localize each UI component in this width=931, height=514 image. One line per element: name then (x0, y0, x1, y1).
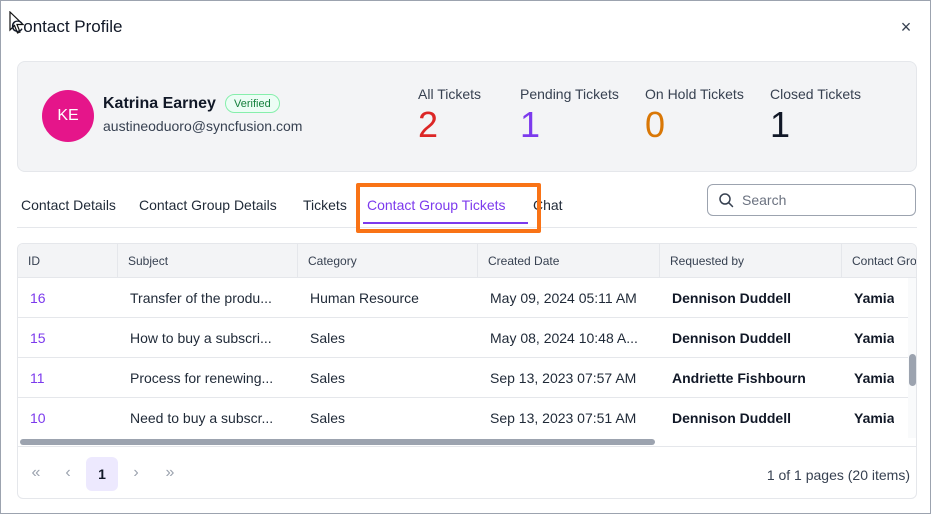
first-page-icon[interactable]: « (22, 459, 50, 487)
active-tab-indicator (363, 222, 528, 224)
horizontal-scrollbar[interactable] (18, 438, 908, 446)
contact-email: austineoduoro@syncfusion.com (103, 118, 303, 134)
tabs-divider (17, 227, 917, 228)
dialog-title: Contact Profile (11, 17, 123, 36)
close-icon[interactable]: × (894, 15, 918, 39)
ticket-subject: Process for renewing... (130, 370, 274, 386)
column-header-id[interactable]: ID (18, 244, 118, 278)
ticket-subject: How to buy a subscri... (130, 330, 272, 346)
grid-header: ID Subject Category Created Date Request… (18, 244, 916, 278)
stat-label: Closed Tickets (770, 86, 862, 102)
ticket-requested-by: Dennison Duddell (672, 410, 791, 426)
ticket-id-link[interactable]: 15 (30, 318, 46, 358)
ticket-id-link[interactable]: 11 (30, 358, 45, 398)
stat-all-tickets: All Tickets 2 (418, 86, 481, 146)
previous-page-icon[interactable]: ‹ (54, 459, 82, 487)
search-box[interactable] (707, 184, 916, 216)
contact-summary-card: KE Katrina Earney Verified austineoduoro… (17, 61, 917, 172)
contact-profile-dialog: Contact Profile × KE Katrina Earney Veri… (0, 0, 931, 514)
ticket-contact-group: Yamia (854, 370, 895, 386)
stat-label: Pending Tickets (520, 86, 619, 102)
ticket-category: Sales (310, 370, 346, 386)
ticket-id-link[interactable]: 16 (30, 278, 46, 318)
tab-contact-group-details[interactable]: Contact Group Details (139, 197, 277, 213)
ticket-created-date: May 08, 2024 10:48 A... (490, 330, 638, 346)
ticket-requested-by: Dennison Duddell (672, 290, 791, 306)
stat-value: 2 (418, 104, 439, 145)
ticket-subject: Transfer of the produ... (130, 290, 272, 306)
ticket-category: Sales (310, 330, 346, 346)
ticket-category: Human Resource (310, 290, 419, 306)
ticket-id-link[interactable]: 10 (30, 398, 46, 438)
stat-pending-tickets: Pending Tickets 1 (520, 86, 619, 146)
stat-value: 1 (770, 104, 791, 145)
ticket-requested-by: Andriette Fishbourn (672, 370, 806, 386)
table-row[interactable]: 11 Process for renewing... Sales Sep 13,… (18, 358, 908, 398)
next-page-icon[interactable]: › (122, 459, 150, 487)
stat-label: All Tickets (418, 86, 482, 102)
ticket-subject: Need to buy a subscr... (130, 410, 274, 426)
ticket-contact-group: Yamia (854, 410, 895, 426)
pager-info: 1 of 1 pages (20 items) (766, 467, 910, 483)
tickets-grid: ID Subject Category Created Date Request… (17, 243, 917, 499)
table-row[interactable]: 16 Transfer of the produ... Human Resour… (18, 278, 908, 318)
vertical-scrollbar[interactable] (908, 278, 916, 438)
ticket-created-date: May 09, 2024 05:11 AM (490, 290, 637, 306)
pager: « ‹ 1 › » 1 of 1 pages (20 items) (18, 446, 916, 498)
tab-chat[interactable]: Chat (533, 197, 563, 213)
page-number-button[interactable]: 1 (86, 457, 118, 491)
stat-closed-tickets: Closed Tickets 1 (770, 86, 861, 146)
column-header-category[interactable]: Category (298, 244, 478, 278)
stat-value: 0 (645, 104, 666, 145)
table-row[interactable]: 10 Need to buy a subscr... Sales Sep 13,… (18, 398, 908, 438)
last-page-icon[interactable]: » (156, 459, 184, 487)
profile-tabs: Contact Details Contact Group Details Ti… (17, 187, 677, 227)
column-header-created-date[interactable]: Created Date (478, 244, 660, 278)
contact-name: Katrina Earney (103, 95, 216, 112)
search-icon (719, 193, 734, 208)
vertical-scroll-thumb[interactable] (909, 354, 916, 386)
search-input[interactable] (742, 192, 902, 208)
ticket-requested-by: Dennison Duddell (672, 330, 791, 346)
verified-badge: Verified (225, 94, 280, 113)
tab-tickets[interactable]: Tickets (303, 197, 347, 213)
ticket-created-date: Sep 13, 2023 07:57 AM (490, 370, 637, 386)
avatar: KE (42, 90, 94, 142)
tab-contact-details[interactable]: Contact Details (21, 197, 116, 213)
stat-label: On Hold Tickets (645, 86, 744, 102)
ticket-contact-group: Yamia (854, 330, 895, 346)
column-header-subject[interactable]: Subject (118, 244, 298, 278)
table-row[interactable]: 15 How to buy a subscri... Sales May 08,… (18, 318, 908, 358)
ticket-created-date: Sep 13, 2023 07:51 AM (490, 410, 637, 426)
tab-contact-group-tickets[interactable]: Contact Group Tickets (367, 197, 506, 213)
ticket-contact-group: Yamia (854, 290, 895, 306)
stat-on-hold-tickets: On Hold Tickets 0 (645, 86, 744, 146)
ticket-category: Sales (310, 410, 346, 426)
stat-value: 1 (520, 104, 541, 145)
horizontal-scroll-thumb[interactable] (20, 439, 655, 445)
column-header-requested-by[interactable]: Requested by (660, 244, 842, 278)
column-header-contact-group[interactable]: Contact Gro (842, 244, 916, 278)
